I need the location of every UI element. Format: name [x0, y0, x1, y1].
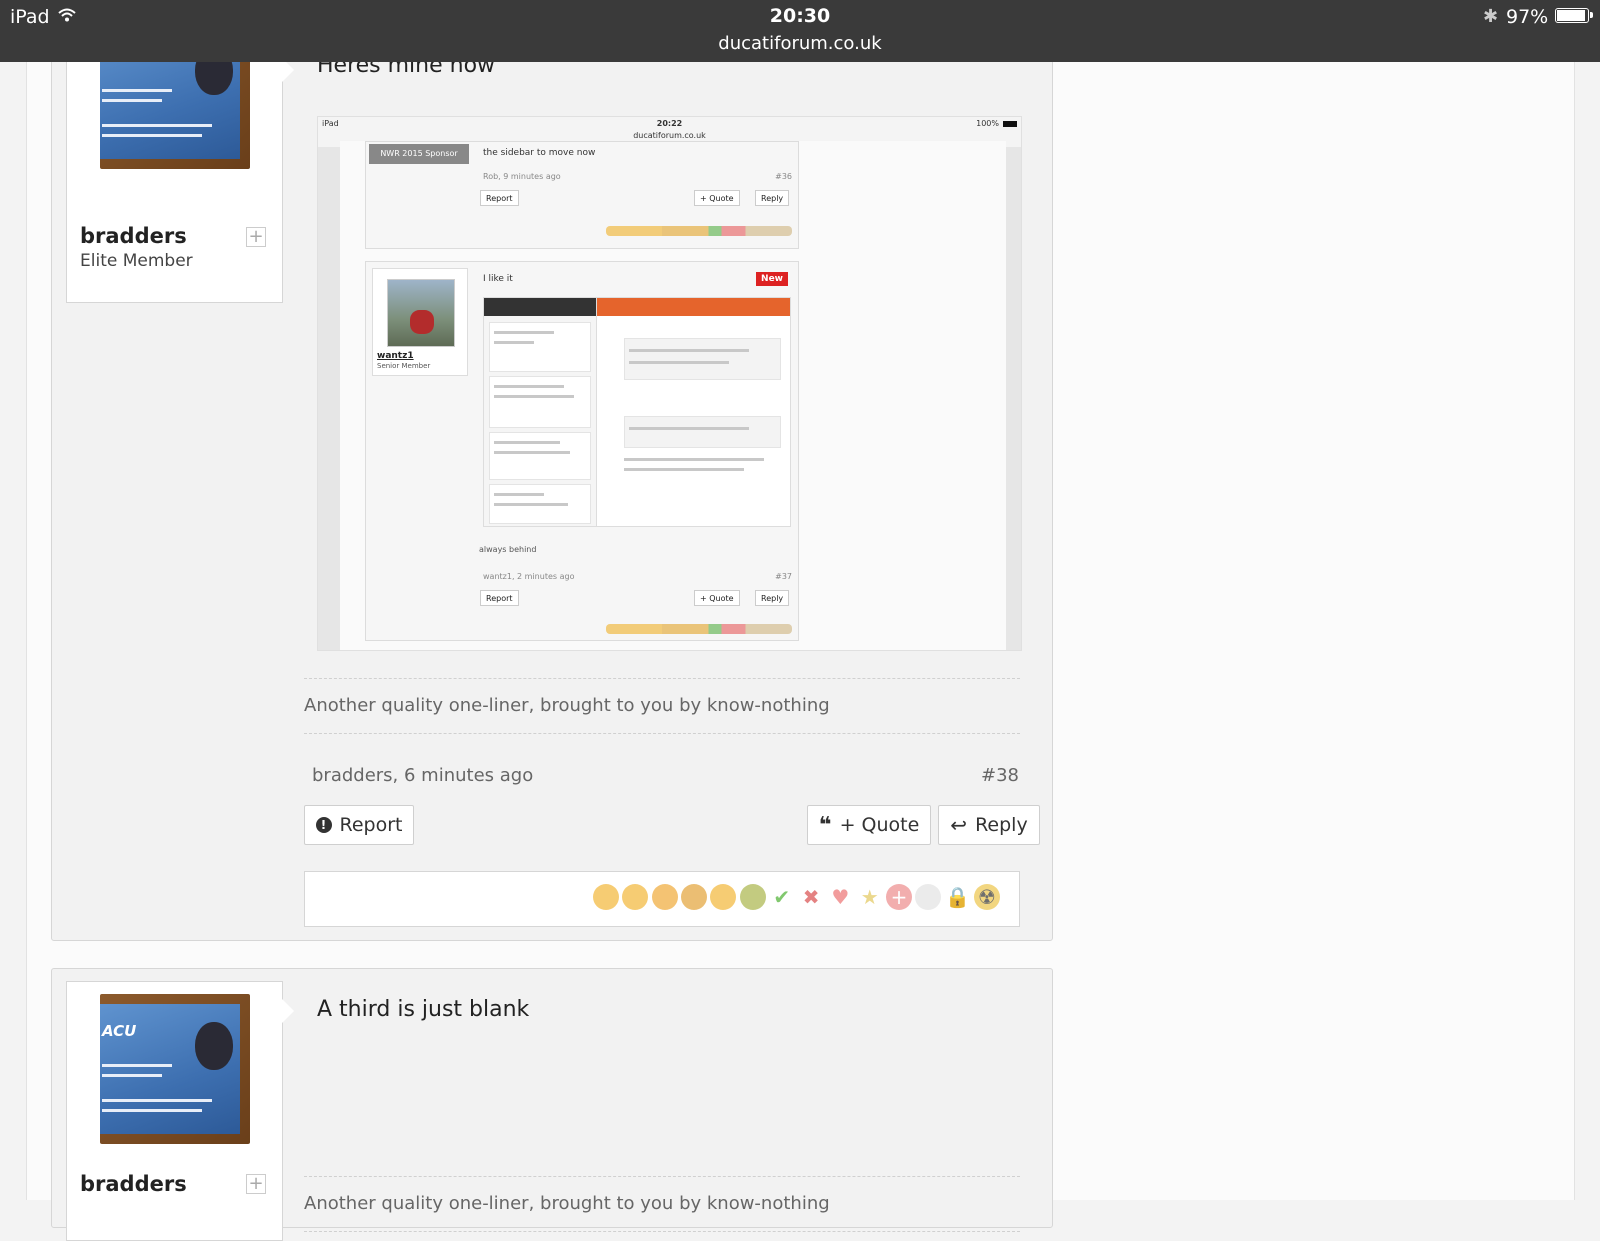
embedded-sponsor-badge: NWR 2015 Sponsor [369, 144, 469, 164]
radioactive-icon[interactable]: ☢ [973, 884, 1000, 910]
battery-icon [1555, 8, 1593, 23]
avatar-image: ACU [100, 1004, 240, 1134]
forum-post: ACU bradders Elite Member + Heres mine n… [51, 1, 1053, 941]
address-bar-url[interactable]: ducatiforum.co.uk [0, 33, 1600, 54]
reply-arrow-icon: ↩ [950, 813, 968, 837]
reactions-bar: ✔ ✖ ♥ ★ + 🔒 ☢ [304, 871, 1020, 927]
winking-icon[interactable] [622, 884, 649, 910]
embedded-page: NWR 2015 Sponsor the sidebar to move now… [340, 141, 1006, 650]
clock: 20:30 [769, 5, 831, 27]
cross-icon[interactable]: ✖ [798, 884, 824, 910]
exclamation-icon: ! [315, 817, 332, 833]
user-rank: Elite Member [80, 251, 193, 271]
avatar[interactable]: ACU [100, 994, 250, 1144]
drinking-icon[interactable] [680, 884, 707, 910]
message-pointer [282, 999, 294, 1023]
embedded-nested-reply: Reply [755, 590, 790, 606]
laughing-icon[interactable] [593, 884, 619, 910]
new-badge: New [756, 272, 788, 286]
post-permalink[interactable]: #38 [981, 765, 1019, 786]
embedded-prev-meta: Rob, 9 minutes ago [483, 172, 561, 181]
embedded-nested-text: I like it [483, 274, 513, 284]
post-signature: Another quality one-liner, brought to yo… [304, 678, 1020, 734]
bluetooth-icon: ✱ [1483, 6, 1499, 27]
embedded-nested-quote: + Quote [694, 590, 740, 606]
embedded-nested-report: Report [480, 590, 519, 606]
expand-user-button[interactable]: + [246, 1174, 266, 1194]
battery-fill [1557, 10, 1586, 21]
embedded-app-screenshot [483, 297, 791, 527]
embedded-nested-num: #37 [775, 572, 792, 581]
signature-text: Another quality one-liner, brought to yo… [304, 695, 830, 716]
embedded-time: 20:22 [656, 119, 683, 128]
embedded-reactions [606, 226, 792, 236]
star-icon[interactable]: ★ [857, 884, 883, 910]
heart-icon[interactable]: ♥ [827, 884, 853, 910]
reply-label: Reply [975, 814, 1028, 836]
embedded-battery-icon [1003, 121, 1017, 127]
embedded-nested-post: wantz1 Senior Member I like it New alway… [365, 261, 799, 641]
sick-icon[interactable] [739, 884, 766, 910]
toilet-roll-icon[interactable] [915, 884, 942, 910]
report-label: Report [339, 814, 403, 836]
embedded-avatar [387, 279, 455, 347]
embedded-app-left-panel [484, 298, 597, 526]
reply-button[interactable]: ↩ Reply [938, 805, 1040, 845]
embedded-nested-reactions [606, 624, 792, 634]
lock-icon[interactable]: 🔒 [945, 884, 971, 910]
battery-percentage: 97% [1506, 6, 1549, 28]
quote-label: + Quote [839, 814, 920, 836]
embedded-nested-signature: always behind [479, 545, 537, 554]
quote-button[interactable]: ❝ + Quote [807, 805, 931, 845]
embedded-report-button: Report [480, 190, 519, 206]
embedded-prev-num: #36 [775, 172, 792, 181]
surprised-icon[interactable] [651, 884, 678, 910]
ios-status-bar: iPad 20:30 ducatiforum.co.uk ✱ 97% [0, 0, 1600, 62]
embedded-nested-meta: wantz1, 2 minutes ago [483, 572, 575, 581]
post-signature: Another quality one-liner, brought to yo… [304, 1176, 1020, 1232]
embedded-battery: 100% [976, 119, 999, 128]
embedded-user-panel: wantz1 Senior Member [372, 268, 468, 376]
embedded-prev-post: NWR 2015 Sponsor the sidebar to move now… [365, 141, 799, 249]
embedded-username: wantz1 [377, 351, 414, 361]
expand-user-button[interactable]: + [246, 227, 266, 247]
forum-post: ACU bradders + A third is just blank Ano… [51, 968, 1053, 1241]
post-author-time[interactable]: bradders, 6 minutes ago [312, 765, 533, 786]
report-button[interactable]: ! Report [304, 805, 414, 845]
grinning-icon[interactable] [710, 884, 737, 910]
embedded-user-rank: Senior Member [377, 362, 431, 370]
embedded-url: ducatiforum.co.uk [633, 131, 706, 140]
embedded-quote-button: + Quote [694, 190, 740, 206]
username-link[interactable]: bradders [80, 1172, 187, 1196]
embedded-reply-button: Reply [755, 190, 790, 206]
quote-icon: ❝ [818, 812, 832, 838]
user-info-panel: ACU bradders + [66, 981, 283, 1241]
attached-screenshot[interactable]: iPad 20:22 ducatiforum.co.uk 100% NWR 20… [317, 116, 1022, 651]
post-message: A third is just blank [317, 997, 530, 1022]
first-aid-icon[interactable]: + [886, 884, 912, 910]
embedded-prev-text: the sidebar to move now [483, 148, 596, 158]
check-icon[interactable]: ✔ [769, 884, 795, 910]
username-link[interactable]: bradders [80, 224, 187, 248]
signature-text: Another quality one-liner, brought to yo… [304, 1193, 830, 1214]
